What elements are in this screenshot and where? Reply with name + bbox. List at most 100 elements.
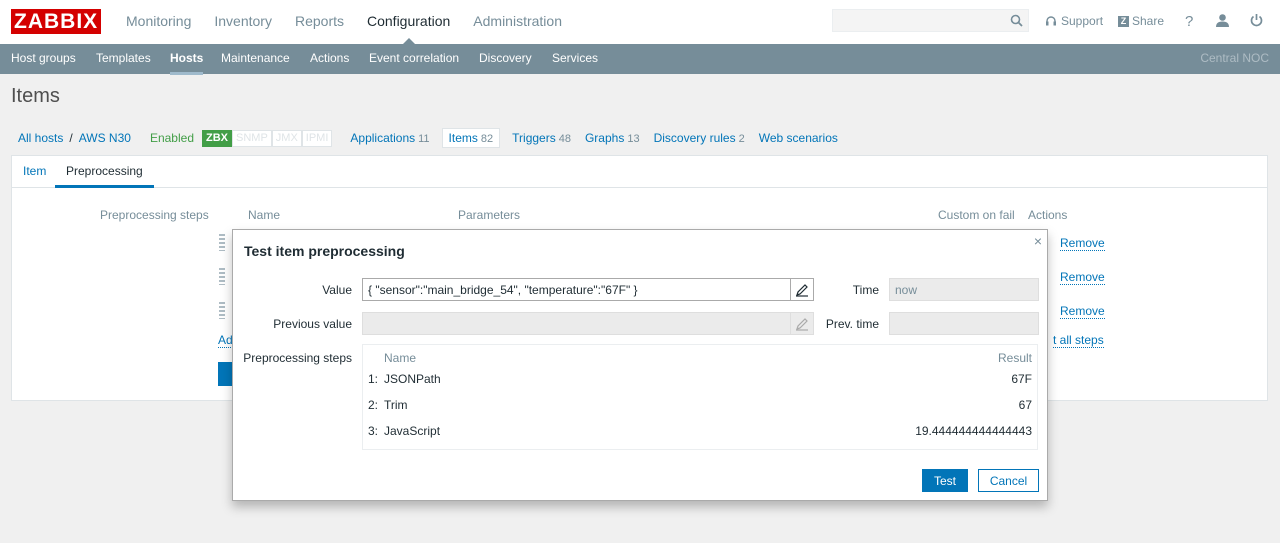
breadcrumb-all-hosts[interactable]: All hosts (18, 131, 63, 145)
availability-jmx: JMX (271, 129, 302, 147)
tab-item[interactable]: Item (23, 156, 46, 186)
crumb-applications[interactable]: Applications 11 (350, 131, 429, 145)
step-name: Trim (384, 398, 408, 412)
help-icon[interactable]: ? (1184, 13, 1194, 32)
previous-value-label: Previous value (273, 317, 352, 331)
crumb-items[interactable]: Items 82 (441, 128, 501, 148)
cancel-button[interactable]: Cancel (978, 469, 1039, 492)
search-icon[interactable] (1010, 14, 1023, 30)
crumb-discovery-rules-label[interactable]: Discovery rules (654, 131, 736, 145)
time-input[interactable] (889, 278, 1039, 301)
add-step-link[interactable]: Ad (218, 334, 233, 348)
zabbix-logo[interactable]: ZABBIX (11, 9, 102, 34)
col-name: Name (248, 208, 281, 222)
crumb-discovery-rules-count: 2 (738, 133, 745, 145)
nav-reports[interactable]: Reports (295, 0, 344, 44)
edit-previous-value-button[interactable] (790, 312, 814, 335)
dialog-title: Test item preprocessing (244, 243, 405, 259)
crumb-graphs-label[interactable]: Graphs (585, 131, 624, 145)
pencil-icon (796, 283, 808, 297)
svg-text:?: ? (1185, 13, 1193, 29)
preprocessing-steps-label: Preprocessing steps (243, 351, 352, 365)
user-icon[interactable] (1215, 13, 1230, 31)
crumb-items-count: 82 (480, 133, 494, 145)
availability-badges: ZBX SNMP JMX IPMI (202, 129, 333, 147)
nav-inventory[interactable]: Inventory (214, 0, 272, 44)
subnav-maintenance[interactable]: Maintenance (221, 44, 290, 73)
subnav-services[interactable]: Services (552, 44, 598, 73)
crumb-triggers-count: 48 (558, 133, 571, 145)
top-header: ZABBIX Monitoring Inventory Reports Conf… (0, 0, 1280, 45)
step-number: 2: (368, 398, 379, 412)
drag-handle-icon[interactable] (219, 268, 225, 285)
subnav-templates[interactable]: Templates (96, 44, 151, 73)
time-label: Time (852, 283, 879, 297)
step-result: 19.444444444444443 (915, 424, 1032, 438)
share-link[interactable]: Z Share (1118, 14, 1164, 28)
power-icon[interactable] (1249, 13, 1264, 31)
steps-header-name: Name (384, 351, 417, 365)
nav-monitoring[interactable]: Monitoring (126, 0, 191, 44)
availability-zbx: ZBX (202, 129, 232, 147)
remove-step-3[interactable]: Remove (1060, 305, 1105, 319)
step-number: 1: (368, 372, 379, 386)
crumb-applications-label[interactable]: Applications (350, 131, 415, 145)
col-actions: Actions (1028, 208, 1068, 222)
step-result: 67F (1011, 372, 1032, 386)
table-row: 2: Trim 67 (363, 398, 1037, 418)
drag-handle-icon[interactable] (219, 234, 225, 251)
crumb-discovery-rules[interactable]: Discovery rules 2 (654, 131, 745, 145)
drag-handle-icon[interactable] (219, 302, 225, 319)
tab-preprocessing[interactable]: Preprocessing (55, 156, 154, 188)
support-link[interactable]: Support (1045, 14, 1103, 28)
crumb-graphs-count: 13 (627, 133, 640, 145)
subnav-event-correlation[interactable]: Event correlation (369, 44, 459, 73)
close-icon[interactable]: × (1034, 233, 1042, 249)
crumb-triggers[interactable]: Triggers 48 (512, 131, 571, 145)
value-label: Value (322, 283, 352, 297)
crumb-graphs[interactable]: Graphs 13 (585, 131, 640, 145)
support-label: Support (1061, 14, 1104, 28)
remove-step-2[interactable]: Remove (1060, 271, 1105, 285)
prev-time-label: Prev. time (825, 317, 879, 331)
availability-ipmi: IPMI (301, 129, 333, 147)
test-preprocessing-dialog: Test item preprocessing × Value Time Pre… (232, 229, 1048, 501)
host-status[interactable]: Enabled (150, 131, 194, 145)
step-result: 67 (1018, 398, 1032, 412)
table-row: 1: JSONPath 67F (363, 372, 1037, 392)
nav-administration[interactable]: Administration (473, 0, 562, 44)
share-label: Share (1132, 14, 1165, 28)
crumb-applications-count: 11 (418, 133, 430, 145)
prev-time-input[interactable] (889, 312, 1039, 335)
table-row: 3: JavaScript 19.444444444444443 (363, 424, 1037, 444)
test-button[interactable]: Test (922, 469, 968, 492)
breadcrumb: All hosts / AWS N30 Enabled ZBX SNMP JMX… (18, 128, 855, 148)
crumb-triggers-label[interactable]: Triggers (512, 131, 556, 145)
search-input[interactable] (833, 10, 1013, 31)
breadcrumb-separator: / (69, 131, 73, 145)
crumb-web-scenarios[interactable]: Web scenarios (759, 131, 841, 145)
support-headset-icon (1045, 15, 1057, 27)
subnav-actions[interactable]: Actions (310, 44, 349, 73)
update-button-partial[interactable] (218, 362, 232, 386)
nav-configuration[interactable]: Configuration (367, 0, 450, 45)
step-name: JSONPath (384, 372, 441, 386)
global-search (832, 9, 1029, 32)
crumb-items-label: Items (448, 131, 478, 145)
main-nav: Monitoring Inventory Reports Configurati… (126, 0, 585, 45)
sub-nav: Host groups Templates Hosts Maintenance … (0, 44, 1280, 75)
crumb-web-scenarios-label[interactable]: Web scenarios (759, 131, 838, 145)
subnav-hosts[interactable]: Hosts (170, 44, 204, 75)
steps-header-result: Result (997, 351, 1032, 365)
test-all-steps-link[interactable]: t all steps (1053, 334, 1104, 348)
edit-value-button[interactable] (790, 278, 814, 301)
server-name: Central NOC (1200, 51, 1269, 65)
breadcrumb-host[interactable]: AWS N30 (79, 131, 131, 145)
previous-value-input[interactable] (362, 312, 791, 335)
value-input[interactable] (362, 278, 791, 301)
steps-result-table: Name Result 1: JSONPath 67F 2: Trim 67 3… (362, 344, 1038, 450)
subnav-discovery[interactable]: Discovery (479, 44, 532, 73)
remove-step-1[interactable]: Remove (1060, 237, 1105, 251)
availability-snmp: SNMP (232, 129, 272, 147)
subnav-host-groups[interactable]: Host groups (11, 44, 76, 73)
